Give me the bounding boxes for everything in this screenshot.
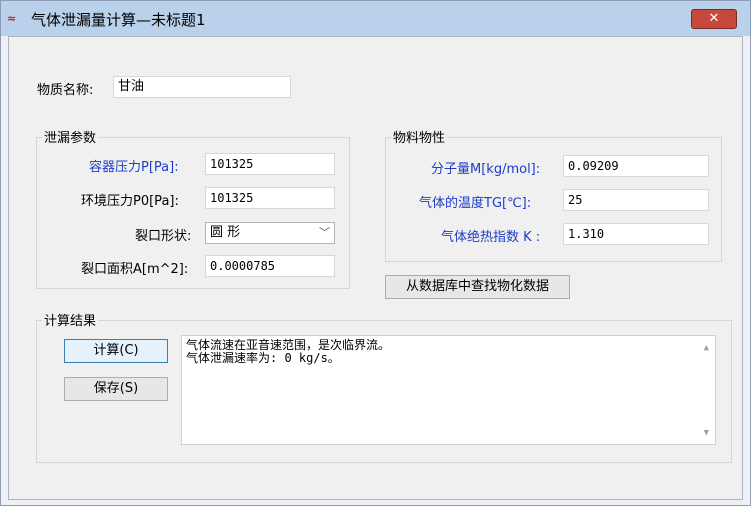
molecular-weight-input[interactable]: 0.09209 [563, 155, 709, 177]
app-icon: ≈ [7, 12, 17, 25]
crack-shape-select[interactable]: 圆 形 ﹀ [205, 222, 335, 244]
crack-shape-value: 圆 形 [210, 225, 241, 240]
ambient-pressure-label: 环境压力P0[Pa]: [81, 194, 179, 209]
crack-shape-label: 裂口形状: [135, 229, 192, 244]
calculate-button[interactable]: 计算(C) [64, 339, 168, 363]
container-pressure-input[interactable]: 101325 [205, 153, 335, 175]
window-title: 气体泄漏量计算—未标题1 [31, 11, 206, 29]
result-line-2: 气体泄漏速率为: 0 kg/s。 [186, 351, 340, 365]
gas-temperature-label: 气体的温度TG[℃]: [419, 196, 532, 211]
title-bar[interactable]: ≈ 气体泄漏量计算—未标题1 ✕ [1, 1, 750, 36]
scroll-down-icon[interactable]: ▼ [704, 427, 709, 440]
material-props-title: 物料物性 [391, 127, 448, 146]
save-button[interactable]: 保存(S) [64, 377, 168, 401]
adiabatic-index-label-text: 气体绝热指数 [441, 230, 520, 245]
crack-area-label: 裂口面积A[m^2]: [81, 262, 189, 277]
app-window: ≈ 气体泄漏量计算—未标题1 ✕ 物质名称: 甘油 泄漏参数 容器压力P[Pa]… [0, 0, 751, 506]
crack-area-input[interactable]: 0.0000785 [205, 255, 335, 277]
molecular-weight-label: 分子量M[kg/mol]: [431, 162, 541, 177]
close-button[interactable]: ✕ [691, 9, 737, 29]
adiabatic-index-label: 气体绝热指数 K : [441, 226, 540, 245]
lookup-database-button[interactable]: 从数据库中查找物化数据 [385, 275, 570, 299]
ambient-pressure-input[interactable]: 101325 [205, 187, 335, 209]
adiabatic-index-k: K : [523, 230, 541, 245]
substance-name-input[interactable]: 甘油 [113, 76, 291, 98]
results-title: 计算结果 [42, 310, 99, 329]
leak-params-title: 泄漏参数 [42, 127, 99, 146]
scroll-up-icon[interactable]: ▲ [704, 342, 709, 355]
chevron-down-icon: ﹀ [319, 226, 330, 239]
gas-temperature-input[interactable]: 25 [563, 189, 709, 211]
adiabatic-index-input[interactable]: 1.310 [563, 223, 709, 245]
client-area: 物质名称: 甘油 泄漏参数 容器压力P[Pa]: 101325 环境压力P0[P… [8, 36, 743, 500]
results-textarea[interactable]: 气体流速在亚音速范围，是次临界流。 气体泄漏速率为: 0 kg/s。 ▲ ▼ [181, 335, 716, 445]
substance-name-label: 物质名称: [37, 83, 94, 98]
container-pressure-label: 容器压力P[Pa]: [89, 160, 179, 175]
